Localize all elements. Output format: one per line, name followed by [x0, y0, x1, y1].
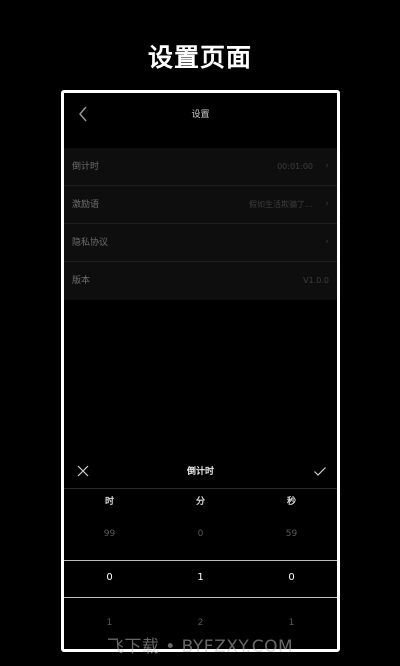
picker-row-selected: 0 1 0 [64, 572, 337, 583]
promo-title: 设置页面 [147, 43, 252, 72]
column-label-hour: 时 [104, 497, 114, 507]
picker-option[interactable]: 2 [155, 618, 246, 628]
picker-header: 倒计时 [64, 453, 337, 489]
setting-row-privacy[interactable]: 隐私协议 › [64, 224, 337, 262]
picker-selected-second[interactable]: 0 [246, 572, 337, 583]
picker-column-labels: 时 分 秒 [64, 494, 337, 508]
column-label-second: 秒 [286, 497, 296, 507]
navbar: 设置 [64, 93, 337, 137]
setting-value: 假如生活欺骗了… [249, 200, 313, 209]
phone-frame: 设置 倒计时 00:01:00 › 激励语 假如生活欺骗了… › 隐私协议 › … [61, 90, 340, 652]
watermark: 飞下载 • BYFZXY.COM [106, 637, 294, 657]
check-icon [314, 467, 326, 476]
picker-option[interactable]: 59 [246, 529, 337, 539]
chevron-right-icon: › [325, 237, 329, 247]
chevron-right-icon: › [325, 161, 329, 171]
picker-option[interactable]: 0 [155, 529, 246, 539]
setting-label: 激励语 [72, 200, 100, 210]
version-value: V1.0.0 [303, 276, 329, 285]
setting-row-countdown[interactable]: 倒计时 00:01:00 › [64, 148, 337, 186]
picker-selected-hour[interactable]: 0 [64, 572, 155, 583]
setting-row-motivation[interactable]: 激励语 假如生活欺骗了… › [64, 186, 337, 224]
settings-list: 倒计时 00:01:00 › 激励语 假如生活欺骗了… › 隐私协议 › 版本 … [64, 148, 337, 300]
column-label-minute: 分 [195, 497, 205, 507]
picker-option[interactable]: 1 [64, 618, 155, 628]
setting-value: 00:01:00 [277, 162, 313, 171]
picker-selected-minute[interactable]: 1 [155, 572, 246, 583]
confirm-button[interactable] [313, 463, 327, 477]
picker-option[interactable]: 99 [64, 529, 155, 539]
picker-row-next: 1 2 1 [64, 618, 337, 628]
page-title: 设置 [191, 110, 210, 120]
picker-option[interactable]: 1 [246, 618, 337, 628]
setting-label: 倒计时 [72, 162, 100, 172]
setting-label: 隐私协议 [72, 238, 109, 248]
picker-title: 倒计时 [186, 467, 214, 477]
chevron-right-icon: › [325, 199, 329, 209]
setting-label: 版本 [72, 276, 91, 286]
setting-row-version: 版本 V1.0.0 [64, 262, 337, 300]
picker-row-prev: 99 0 59 [64, 529, 337, 539]
